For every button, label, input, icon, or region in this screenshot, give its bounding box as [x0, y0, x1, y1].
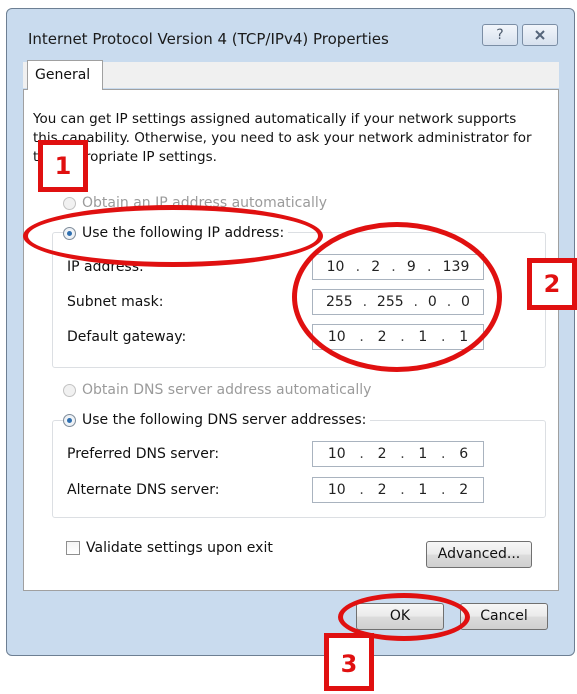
alternate-octet-3: 1 [418, 482, 428, 498]
obtain-dns-auto-label: Obtain DNS server address automatically [82, 382, 372, 398]
ip-octet-4: 139 [442, 259, 470, 275]
annotation-marker-2: 2 [527, 258, 577, 310]
use-following-ip-radio[interactable]: Use the following IP address: [63, 225, 289, 241]
ip-octet-1: 10 [326, 259, 345, 275]
use-following-ip-label: Use the following IP address: [82, 225, 285, 241]
subnet-mask-input[interactable]: 255. 255. 0. 0 [312, 289, 484, 315]
preferred-octet-4: 6 [459, 446, 469, 462]
annotation-marker-3: 3 [324, 633, 374, 691]
advanced-button[interactable]: Advanced... [426, 541, 532, 568]
ip-address-label: IP address: [67, 259, 144, 275]
radio-selected-icon [63, 413, 76, 427]
alternate-dns-label: Alternate DNS server: [67, 482, 220, 498]
obtain-ip-auto-radio[interactable]: Obtain an IP address automatically [63, 195, 332, 211]
subnet-octet-4: 0 [461, 294, 470, 310]
description-text: You can get IP settings assigned automat… [33, 111, 532, 165]
radio-button-icon [63, 383, 76, 397]
radio-button-icon [63, 196, 76, 210]
ip-octet-2: 2 [371, 259, 381, 275]
gateway-octet-2: 2 [377, 329, 387, 345]
checkbox-icon [66, 541, 80, 555]
ip-address-input[interactable]: 10. 2. 9. 139 [312, 254, 484, 280]
preferred-dns-label: Preferred DNS server: [67, 446, 220, 462]
question-icon: ? [496, 27, 504, 43]
tab-strip [23, 62, 559, 88]
subnet-mask-label: Subnet mask: [67, 294, 164, 310]
subnet-octet-2: 255 [376, 294, 404, 310]
radio-selected-icon [63, 226, 76, 240]
help-button[interactable]: ? [482, 24, 518, 46]
validate-settings-checkbox[interactable]: Validate settings upon exit [66, 540, 273, 556]
gateway-octet-3: 1 [418, 329, 428, 345]
subnet-octet-3: 0 [427, 294, 437, 310]
tab-general[interactable]: General [27, 60, 103, 90]
close-icon [535, 30, 545, 40]
preferred-octet-1: 10 [327, 446, 346, 462]
alternate-octet-4: 2 [459, 482, 469, 498]
close-button[interactable] [522, 24, 558, 46]
use-following-dns-label: Use the following DNS server addresses: [82, 412, 367, 428]
obtain-ip-auto-label: Obtain an IP address automatically [82, 195, 328, 211]
dns-settings-group [52, 420, 546, 518]
annotation-marker-1: 1 [38, 140, 88, 192]
ip-octet-3: 9 [406, 259, 416, 275]
use-following-dns-radio[interactable]: Use the following DNS server addresses: [63, 412, 371, 428]
obtain-dns-auto-radio[interactable]: Obtain DNS server address automatically [63, 382, 376, 398]
validate-settings-label: Validate settings upon exit [86, 540, 273, 556]
gateway-octet-4: 1 [459, 329, 469, 345]
alternate-octet-2: 2 [377, 482, 387, 498]
gateway-octet-1: 10 [327, 329, 346, 345]
alternate-octet-1: 10 [327, 482, 346, 498]
preferred-octet-2: 2 [377, 446, 387, 462]
ok-button[interactable]: OK [356, 603, 444, 630]
default-gateway-label: Default gateway: [67, 329, 187, 345]
preferred-octet-3: 1 [418, 446, 428, 462]
default-gateway-input[interactable]: 10. 2. 1. 1 [312, 324, 484, 350]
preferred-dns-input[interactable]: 10. 2. 1. 6 [312, 441, 484, 467]
cancel-button[interactable]: Cancel [460, 603, 548, 630]
subnet-octet-1: 255 [325, 294, 353, 310]
alternate-dns-input[interactable]: 10. 2. 1. 2 [312, 477, 484, 503]
window-title: Internet Protocol Version 4 (TCP/IPv4) P… [28, 30, 389, 48]
